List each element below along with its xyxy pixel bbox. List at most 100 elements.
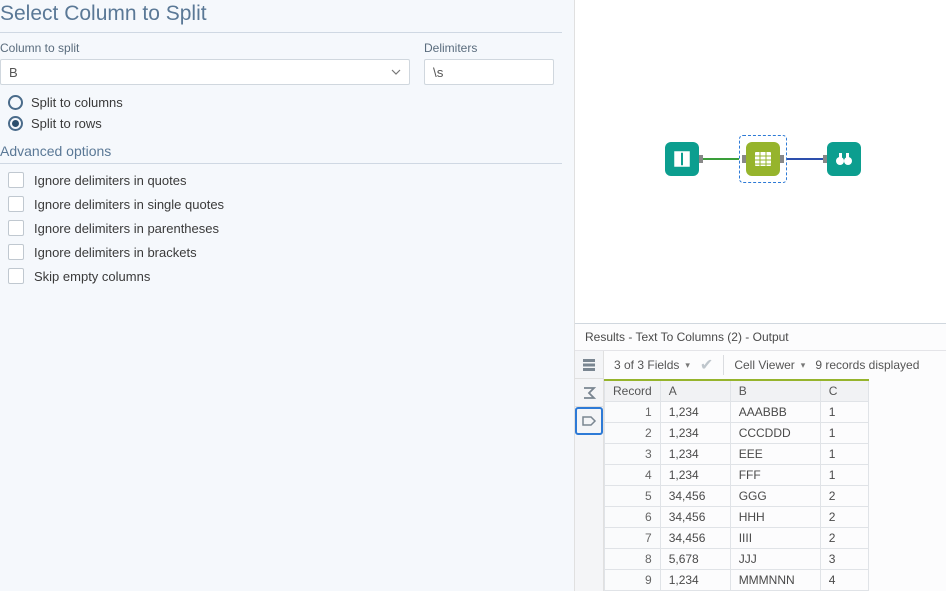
records-displayed: 9 records displayed [815, 358, 919, 372]
column-to-split-label: Column to split [0, 41, 410, 55]
check-icon[interactable]: ✔ [700, 355, 713, 375]
results-toolbar: 3 of 3 Fields▾ ✔ Cell Viewer▾ 9 records … [604, 351, 946, 379]
cell-c: 2 [820, 528, 868, 549]
checkbox-icon [8, 196, 24, 212]
results-vertical-tabs [575, 351, 604, 591]
table-row[interactable]: 634,456HHH2 [605, 507, 869, 528]
binoculars-icon [834, 149, 854, 169]
column-to-split-value: B [9, 65, 18, 80]
ignore-single-quotes-label: Ignore delimiters in single quotes [34, 197, 224, 212]
results-table: Record A B C 11,234AAABBB121,234CCCDDD13… [604, 379, 869, 591]
cell-record: 2 [605, 423, 661, 444]
table-row[interactable]: 534,456GGG2 [605, 486, 869, 507]
cell-record: 8 [605, 549, 661, 570]
spreadsheet-icon [753, 149, 773, 169]
ignore-parentheses-label: Ignore delimiters in parentheses [34, 221, 219, 236]
cell-a: 1,234 [660, 402, 730, 423]
skip-empty-label: Skip empty columns [34, 269, 150, 284]
cell-b: GGG [730, 486, 820, 507]
cell-b: AAABBB [730, 402, 820, 423]
ignore-single-quotes-checkbox[interactable]: Ignore delimiters in single quotes [8, 196, 562, 212]
cell-b: IIII [730, 528, 820, 549]
cell-record: 5 [605, 486, 661, 507]
advanced-options-header: Advanced options [0, 143, 562, 164]
right-panel: Results - Text To Columns (2) - Output 3… [575, 0, 946, 591]
split-to-rows-radio[interactable]: Split to rows [8, 116, 562, 131]
cell-b: CCCDDD [730, 423, 820, 444]
table-row[interactable]: 21,234CCCDDD1 [605, 423, 869, 444]
cell-a: 5,678 [660, 549, 730, 570]
ignore-brackets-checkbox[interactable]: Ignore delimiters in brackets [8, 244, 562, 260]
col-header-a[interactable]: A [660, 380, 730, 402]
col-header-b[interactable]: B [730, 380, 820, 402]
table-row[interactable]: 41,234FFF1 [605, 465, 869, 486]
workflow-canvas[interactable] [575, 0, 946, 323]
cell-a: 34,456 [660, 507, 730, 528]
vtab-table[interactable] [575, 351, 603, 379]
cell-a: 34,456 [660, 528, 730, 549]
split-to-rows-label: Split to rows [31, 116, 102, 131]
delimiters-label: Delimiters [424, 41, 554, 55]
checkbox-icon [8, 244, 24, 260]
rows-icon [581, 357, 597, 373]
cell-c: 4 [820, 570, 868, 591]
ignore-parentheses-checkbox[interactable]: Ignore delimiters in parentheses [8, 220, 562, 236]
cell-a: 1,234 [660, 465, 730, 486]
radio-icon [8, 116, 23, 131]
chevron-down-icon [389, 65, 403, 79]
col-header-record[interactable]: Record [605, 380, 661, 402]
config-panel: Select Column to Split Column to split B… [0, 0, 575, 591]
ignore-brackets-label: Ignore delimiters in brackets [34, 245, 197, 260]
cell-c: 2 [820, 486, 868, 507]
browse-node[interactable] [827, 142, 861, 176]
cell-record: 1 [605, 402, 661, 423]
cell-record: 3 [605, 444, 661, 465]
tag-icon [581, 413, 597, 429]
delimiters-input[interactable] [424, 59, 554, 85]
text-to-columns-node-selected[interactable] [739, 135, 787, 183]
col-header-c[interactable]: C [820, 380, 868, 402]
ignore-quotes-checkbox[interactable]: Ignore delimiters in quotes [8, 172, 562, 188]
input-node[interactable] [665, 142, 699, 176]
checkbox-icon [8, 172, 24, 188]
cell-c: 3 [820, 549, 868, 570]
cell-b: FFF [730, 465, 820, 486]
checkbox-icon [8, 268, 24, 284]
cell-a: 1,234 [660, 423, 730, 444]
config-title: Select Column to Split [0, 0, 562, 33]
fields-dropdown[interactable]: 3 of 3 Fields▾ [614, 358, 690, 372]
results-title: Results - Text To Columns (2) - Output [575, 324, 946, 351]
vtab-summary[interactable] [575, 379, 603, 407]
book-icon [672, 149, 692, 169]
cell-b: EEE [730, 444, 820, 465]
cell-c: 1 [820, 423, 868, 444]
cell-viewer-dropdown[interactable]: Cell Viewer▾ [734, 358, 805, 372]
results-panel: Results - Text To Columns (2) - Output 3… [575, 323, 946, 591]
cell-b: HHH [730, 507, 820, 528]
cell-record: 9 [605, 570, 661, 591]
skip-empty-checkbox[interactable]: Skip empty columns [8, 268, 562, 284]
table-row[interactable]: 85,678JJJ3 [605, 549, 869, 570]
table-row[interactable]: 31,234EEE1 [605, 444, 869, 465]
column-to-split-select[interactable]: B [0, 59, 410, 85]
cell-c: 1 [820, 402, 868, 423]
cell-a: 1,234 [660, 444, 730, 465]
cell-b: JJJ [730, 549, 820, 570]
checkbox-icon [8, 220, 24, 236]
cell-c: 1 [820, 465, 868, 486]
sigma-icon [581, 385, 597, 401]
table-row[interactable]: 11,234AAABBB1 [605, 402, 869, 423]
cell-a: 34,456 [660, 486, 730, 507]
split-to-columns-label: Split to columns [31, 95, 123, 110]
ignore-quotes-label: Ignore delimiters in quotes [34, 173, 186, 188]
vtab-output[interactable] [575, 407, 603, 435]
cell-record: 6 [605, 507, 661, 528]
cell-c: 2 [820, 507, 868, 528]
split-to-columns-radio[interactable]: Split to columns [8, 95, 562, 110]
cell-a: 1,234 [660, 570, 730, 591]
radio-icon [8, 95, 23, 110]
table-row[interactable]: 91,234MMMNNN4 [605, 570, 869, 591]
cell-b: MMMNNN [730, 570, 820, 591]
table-row[interactable]: 734,456IIII2 [605, 528, 869, 549]
cell-c: 1 [820, 444, 868, 465]
